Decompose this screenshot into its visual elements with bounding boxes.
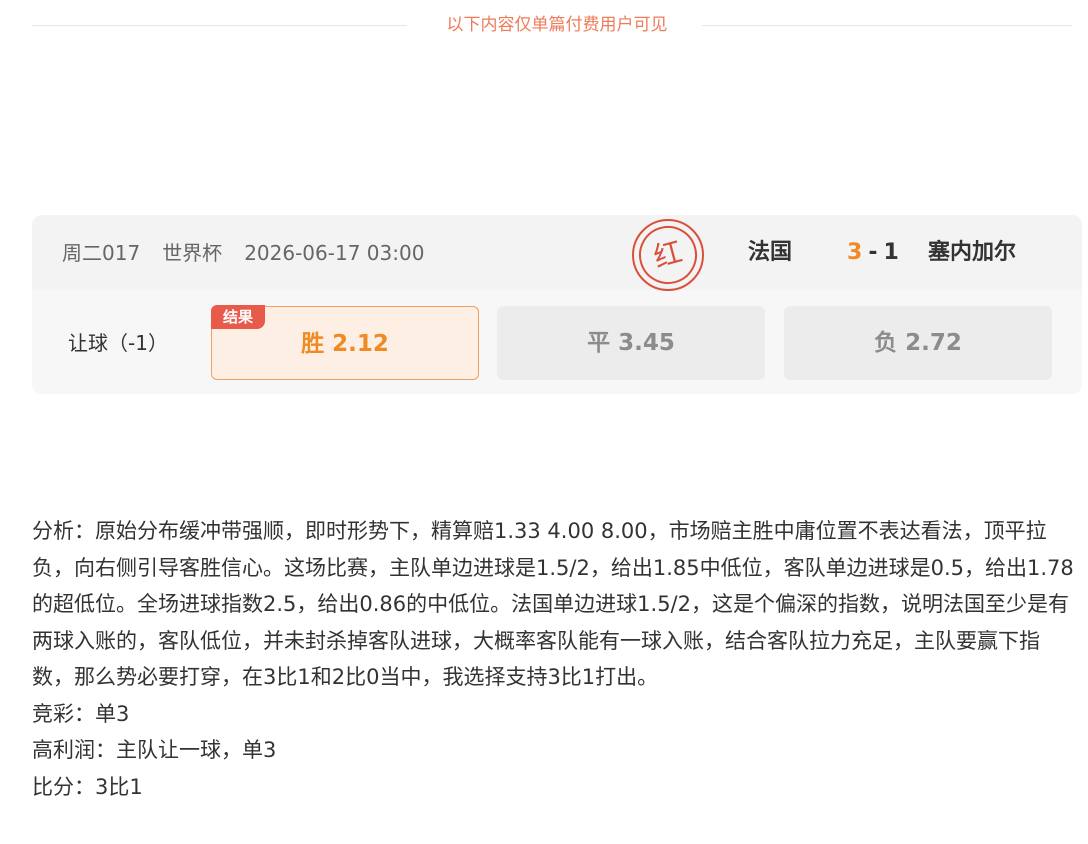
- divider-line-right: [702, 25, 1072, 26]
- analysis-section: 分析：原始分布缓冲带强顺，即时形势下，精算赔1.33 4.00 8.00，市场赔…: [32, 513, 1077, 805]
- away-score: 1: [883, 240, 899, 265]
- odds-lose-option[interactable]: 负 2.72: [784, 306, 1052, 380]
- match-info: 周二017 世界杯 2026-06-17 03:00: [62, 239, 424, 267]
- jingcai-pick: 竞彩：单3: [32, 701, 130, 726]
- high-profit-pick: 高利润：主队让一球，单3: [32, 738, 277, 762]
- match-score: 3-1: [847, 238, 899, 268]
- analysis-body: 分析：原始分布缓冲带强顺，即时形势下，精算赔1.33 4.00 8.00，市场赔…: [32, 519, 1074, 689]
- away-team: 塞内加尔: [928, 240, 1017, 265]
- league-name: 世界杯: [162, 241, 223, 265]
- win-stamp-icon: 红: [632, 219, 704, 291]
- home-team: 法国: [748, 240, 793, 265]
- match-code: 周二017: [62, 241, 141, 265]
- match-datetime: 2026-06-17 03:00: [244, 241, 425, 265]
- match-header: 周二017 世界杯 2026-06-17 03:00 红 法国 3-1 塞内加尔: [32, 215, 1082, 291]
- paywall-divider: 以下内容仅单篇付费用户可见: [32, 13, 1072, 37]
- score-pick: 比分：3比1: [32, 774, 143, 799]
- handicap-label: 让球（-1）: [68, 331, 168, 355]
- home-score: 3: [847, 240, 863, 265]
- odds-draw-option[interactable]: 平 3.45: [497, 306, 765, 380]
- result-tag: 结果: [211, 305, 265, 329]
- match-card: 周二017 世界杯 2026-06-17 03:00 红 法国 3-1 塞内加尔 让…: [32, 215, 1082, 394]
- stamp-text: 红: [632, 219, 704, 291]
- score-separator: -: [868, 240, 878, 265]
